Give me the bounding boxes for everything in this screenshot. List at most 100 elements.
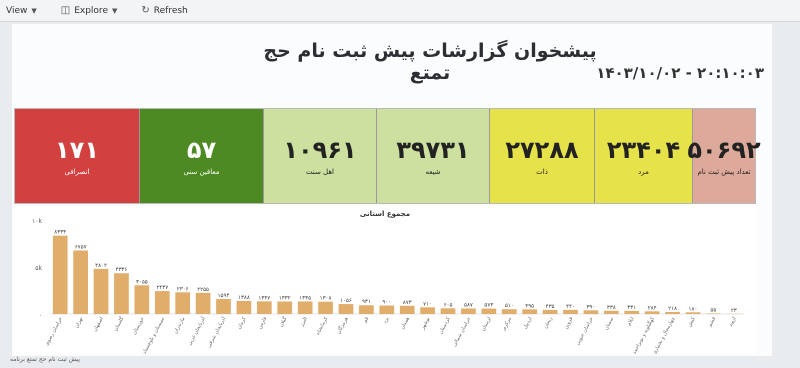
chevron-down-icon: ▼: [31, 6, 37, 15]
category-label: ایلام: [626, 316, 635, 327]
tile-label: انصرافی: [64, 168, 90, 176]
bar[interactable]: [461, 308, 476, 314]
y-tick-label: ۰: [39, 312, 42, 319]
bar[interactable]: [134, 285, 150, 314]
bar[interactable]: [542, 309, 558, 314]
bar-value-label: ۱۳۴۷: [258, 295, 270, 301]
bar-value-label: ۱۳۳۲: [279, 295, 291, 301]
refresh-label: Refresh: [153, 5, 188, 16]
tile-sunni[interactable]: ۱۰۹۶۱ اهل سنت: [264, 109, 377, 203]
bar-value-label: ۳۳۱: [627, 305, 636, 311]
bar-value-label: ۵۱۰: [505, 303, 514, 309]
bar[interactable]: [318, 301, 333, 314]
tile-label: شیعه: [425, 168, 441, 176]
category-label: خراسان شمالی: [452, 316, 473, 348]
category-label: البرز: [299, 316, 309, 328]
refresh-button[interactable]: ↻ Refresh: [141, 5, 187, 16]
category-label: چهارمحال و بختیاری: [652, 316, 677, 354]
bar-value-label: ۲۴۳۷: [156, 285, 168, 291]
tile-value: ۲۷۲۸۸: [505, 136, 579, 164]
refresh-icon: ↻: [141, 5, 150, 16]
bar-value-label: ۱۰۵۶: [340, 298, 352, 304]
bar[interactable]: [154, 291, 170, 314]
bar[interactable]: [52, 235, 68, 314]
bar[interactable]: [216, 299, 231, 314]
bar-value-label: ۹۳۱: [362, 299, 371, 305]
bar[interactable]: [236, 300, 252, 314]
page-title: پیشخوان گزارشات پیش ثبت نام حج تمتع: [263, 40, 597, 84]
bar-value-label: ۷۱۰: [423, 301, 432, 307]
bar[interactable]: [603, 310, 619, 314]
bar[interactable]: [481, 308, 497, 314]
y-tick-label: ۵k: [35, 265, 42, 272]
bar[interactable]: [277, 301, 293, 314]
bar[interactable]: [195, 292, 211, 314]
bar-value-label: ۵۷۳: [484, 303, 493, 309]
chevron-down-icon: ▼: [111, 6, 118, 15]
bar[interactable]: [399, 305, 415, 314]
bar[interactable]: [73, 250, 88, 314]
category-label: لرستان: [480, 316, 493, 333]
bar[interactable]: [624, 310, 640, 314]
bar[interactable]: [440, 308, 456, 314]
bar[interactable]: [93, 268, 109, 314]
tile-value: ۵۷: [186, 136, 217, 164]
bar[interactable]: [297, 301, 313, 314]
bar-value-label: ۱۳۰۸: [320, 296, 332, 302]
bar-value-label: ۲۲۵۵: [197, 287, 209, 293]
category-label: کیش: [687, 316, 697, 328]
category-label: قم: [362, 316, 370, 324]
view-menu[interactable]: View ▼: [6, 6, 37, 16]
bar[interactable]: [685, 312, 701, 314]
tile-shia[interactable]: ۳۹۷۳۱ شیعه: [377, 109, 490, 203]
tile-label: ذات: [536, 168, 548, 176]
bar[interactable]: [256, 301, 272, 314]
bar[interactable]: [175, 292, 191, 314]
tile-total-preregistered[interactable]: ۵۰۶۹۲ تعداد پیش ثبت نام: [687, 109, 760, 203]
tile-label: اهل سنت: [305, 168, 334, 176]
category-label: زنجان: [543, 316, 554, 330]
bar-value-label: ۶۷۵۷: [75, 244, 87, 250]
tile-withdrawn[interactable]: ۱۷۱ انصرافی: [15, 109, 140, 203]
report-datetime: ۱۴۰۳/۱۰/۰۲ - ۲۰:۱۰:۰۳: [596, 64, 764, 82]
bar[interactable]: [522, 309, 538, 314]
bar[interactable]: [359, 305, 374, 314]
bar[interactable]: [338, 304, 354, 314]
category-label: قشم: [707, 316, 717, 328]
category-label: گیلان: [277, 315, 288, 328]
category-label: یزد: [382, 316, 391, 325]
explore-label: Explore: [74, 5, 108, 16]
tile-age-exempt[interactable]: ۵۷ معافین سنی: [140, 109, 264, 203]
province-chart: مجموع استانی ۱۰k ۵k ۰ ۸۳۳۳ خراسان رضوی ۶۷۵۷ ته…: [14, 206, 756, 356]
category-label: آذربایجان غربی: [186, 315, 207, 346]
bar-value-label: ۱۸۰: [689, 306, 698, 312]
category-label: مازندران: [173, 316, 187, 335]
bar[interactable]: [501, 309, 517, 314]
bar[interactable]: [706, 313, 721, 314]
bar[interactable]: [420, 307, 435, 314]
bar[interactable]: [114, 273, 129, 314]
tile-female[interactable]: ۲۷۲۸۸ ذات: [490, 109, 595, 203]
bar-value-label: ۸۷۳: [403, 300, 412, 306]
bar[interactable]: [379, 305, 395, 314]
bar-value-label: ۱۵۹۴: [218, 293, 230, 299]
category-label: بوشهر: [419, 316, 431, 331]
category-label: سمنان: [603, 316, 615, 331]
bar[interactable]: [583, 310, 599, 314]
bar[interactable]: [644, 311, 660, 314]
category-label: تهران: [74, 316, 85, 330]
category-label: کرمان: [236, 316, 248, 331]
category-label: خراسان رضوی: [44, 316, 64, 347]
bar-value-label: ۳۳۸: [607, 305, 616, 311]
explore-menu[interactable]: ◫ Explore ▼: [61, 5, 118, 16]
bar-value-label: ۴۸۰۲: [95, 263, 107, 269]
footer-text: پیش ثبت نام حج تمتع برنامه: [10, 356, 80, 363]
bar[interactable]: [665, 311, 680, 314]
view-label: View: [6, 5, 28, 16]
tile-label: مرد: [638, 168, 649, 176]
bar-value-label: ۱۳۳۵: [299, 295, 311, 301]
bar[interactable]: [563, 309, 578, 314]
bar-chart: ۱۰k ۵k ۰ ۸۳۳۳ خراسان رضوی ۶۷۵۷ تهران ۴۸۰۲ اصفهان…: [32, 218, 744, 356]
category-label: همدان: [399, 316, 411, 331]
tile-male[interactable]: ۲۳۴۰۴ مرد: [595, 109, 693, 203]
